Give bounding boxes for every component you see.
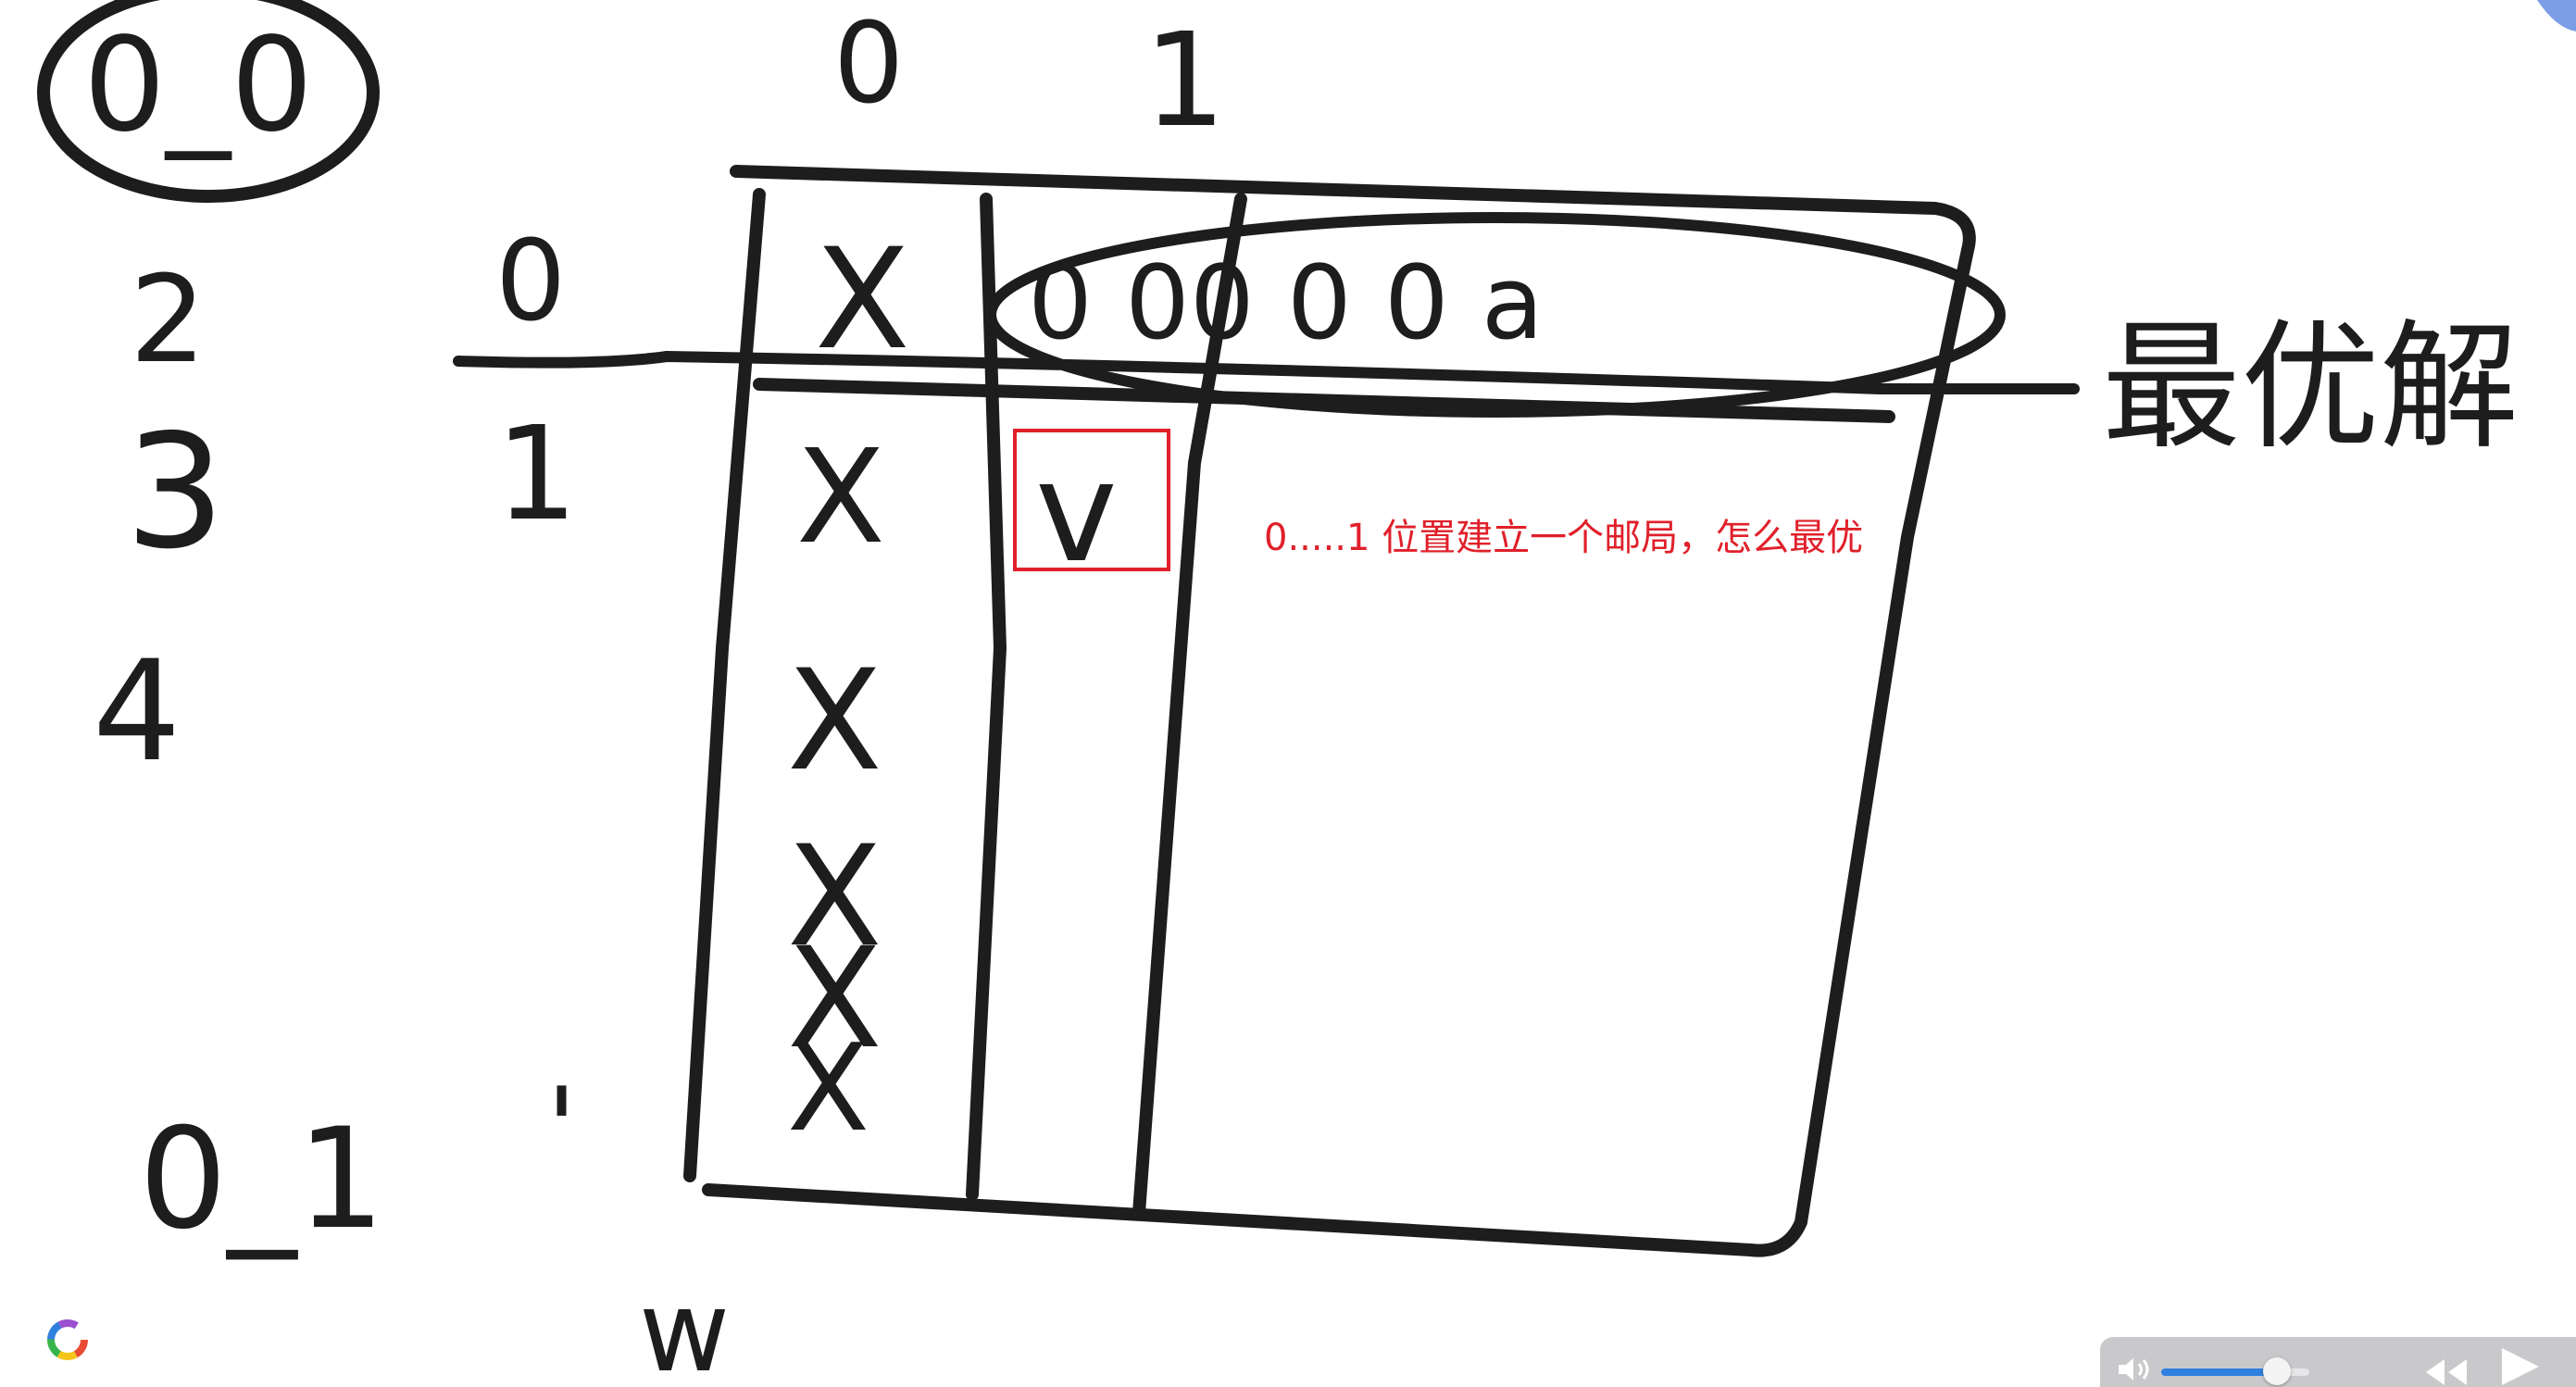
x-mark-1: X <box>796 422 885 573</box>
bottom-tick-mark: ' <box>546 1065 577 1193</box>
media-player-bar <box>2100 1337 2576 1387</box>
circled-label-text: 0_0 <box>83 10 313 161</box>
speaker-icon[interactable] <box>2117 1356 2154 1383</box>
x-mark-2: X <box>787 641 882 802</box>
annotation-text: 0.....1 位置建立一个邮局，怎么最优 <box>1264 517 1864 559</box>
circled-label-group: 0_0 <box>37 0 380 203</box>
bottom-left-label: 0_1 <box>139 1099 385 1260</box>
row-index-0: 0 <box>495 218 566 346</box>
row-label-3: 3 <box>125 401 225 584</box>
bottom-w-mark: w <box>639 1268 730 1387</box>
row-label-2: 2 <box>130 249 206 390</box>
highlight-box <box>1013 429 1170 571</box>
rewind-icon[interactable] <box>2424 1357 2469 1387</box>
x-mark-5: X <box>787 1018 869 1158</box>
x-mark-0: X <box>815 219 910 381</box>
right-label: 最优解 <box>2102 307 2519 469</box>
row-label-4: 4 <box>93 631 181 793</box>
color-wheel-icon[interactable] <box>44 1317 91 1363</box>
whiteboard-canvas: 0_0 0 1 2 3 4 0 1 0_1 ' w X X X X X X v … <box>37 0 2519 1387</box>
table-left-border <box>683 188 766 1182</box>
volume-fill <box>2161 1368 2277 1376</box>
volume-slider[interactable] <box>2161 1357 2309 1385</box>
first-row-values: 0 00 0 0 a <box>1028 244 1544 362</box>
volume-knob[interactable] <box>2262 1357 2291 1385</box>
row-index-1: 1 <box>495 399 578 550</box>
column-divider-1 <box>966 193 1007 1201</box>
table-bottom-border <box>702 1183 1757 1256</box>
column-header-0: 0 <box>833 0 904 129</box>
corner-tool-icon[interactable] <box>2528 0 2576 37</box>
column-header-1: 1 <box>1144 6 1226 156</box>
play-icon[interactable] <box>2496 1346 2543 1387</box>
